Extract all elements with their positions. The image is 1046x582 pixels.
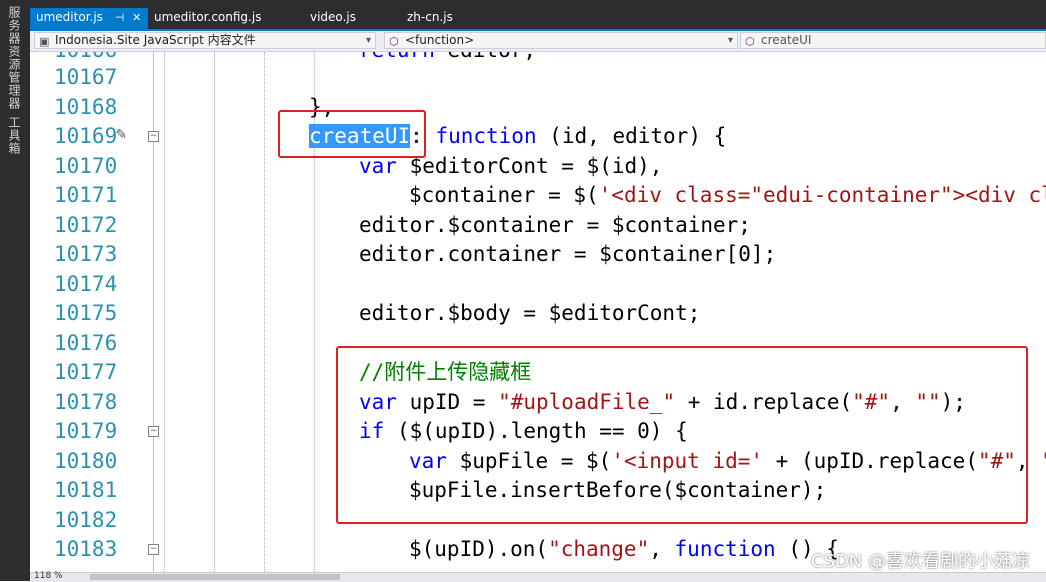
line-number: 10180 (54, 448, 118, 473)
tab-zh-cn-js[interactable]: zh-cn.js (401, 8, 459, 30)
line-number: 10178 (54, 389, 118, 414)
line-number: 10169 (54, 124, 118, 148)
left-tool-strip: 服务器资源管理器 工具箱 (0, 0, 30, 581)
tab-umeditor-config-js[interactable]: umeditor.config.js (148, 8, 267, 30)
highlight-box-upload-block (336, 346, 1028, 524)
line-number: 10175 (54, 301, 118, 325)
code-line: 10171 $container = $('<div class="edui-c… (30, 180, 1046, 210)
code-line: 10169 ✎ − createUI: function (id, editor… (30, 121, 1046, 151)
collapse-toggle[interactable]: − (148, 131, 159, 142)
code-text: editor.$container = $container; (359, 212, 751, 237)
tab-label: video.js (310, 10, 356, 24)
horizontal-scrollbar[interactable] (90, 574, 340, 580)
project-scope-value: Indonesia.Site JavaScript 内容文件 (55, 33, 256, 47)
file-icon: ▣ (39, 35, 50, 48)
zoom-level[interactable]: 118 % (34, 571, 63, 581)
pin-icon[interactable]: ⊣ (115, 11, 125, 24)
line-number: 10172 (54, 212, 118, 237)
code-line: 10167 (30, 62, 1046, 92)
collapse-toggle[interactable]: − (148, 426, 159, 437)
keyword-token: function (674, 537, 776, 561)
navigation-bar: ▣ Indonesia.Site JavaScript 内容文件 ▾ ⬡ <fu… (30, 31, 1046, 52)
server-explorer-tab[interactable]: 服务器资源管理器 (6, 6, 23, 110)
keyword-token: function (435, 124, 537, 148)
chevron-down-icon: ▾ (365, 35, 371, 46)
tab-label: zh-cn.js (407, 10, 453, 24)
string-token: "" (1041, 449, 1046, 473)
chevron-down-icon: ▾ (727, 35, 733, 46)
keyword-token: return (359, 52, 435, 62)
code-text: editor.$body = $editorCont; (359, 301, 701, 325)
code-line: 10168 }, (30, 92, 1046, 122)
member-dropdown[interactable]: ⬡ createUI (740, 32, 1046, 49)
code-line: 10173 editor.container = $container[0]; (30, 239, 1046, 269)
code-line: 10170 var $editorCont = $(id), (30, 151, 1046, 181)
line-number: 10174 (54, 271, 118, 296)
string-token: "change" (548, 537, 650, 561)
watermark: CSDN @喜欢看剧的小菇凉 (810, 551, 1030, 572)
line-number: 10179 (54, 419, 118, 443)
tab-umeditor-js[interactable]: umeditor.js ⊣ ✕ (30, 8, 148, 30)
close-icon[interactable]: ✕ (132, 11, 141, 24)
code-line: 10174 (30, 269, 1046, 299)
string-token: '<div class="edui-container"><div cla (598, 183, 1046, 207)
code-text: editor.container = $container[0]; (359, 242, 777, 266)
function-icon: ⬡ (389, 35, 399, 48)
tab-label: umeditor.js (36, 10, 103, 24)
code-editor[interactable]: 10166 return editor; 10167 10168 }, 1016… (30, 52, 1046, 572)
code-text: $container = $('<div class="edui-contain… (409, 182, 1046, 208)
code-line: 10172 editor.$container = $container; (30, 210, 1046, 240)
line-number: 10176 (54, 330, 118, 355)
line-number: 10177 (54, 360, 118, 384)
code-line: 10175 editor.$body = $editorCont; (30, 298, 1046, 328)
line-number: 10173 (54, 242, 118, 266)
code-text: $(upID).on("change", function () { (409, 537, 839, 561)
line-number: 10170 (54, 153, 118, 178)
highlight-box-createui (278, 110, 426, 158)
member-dropdown-value: createUI (761, 33, 812, 47)
line-number: 10183 (54, 537, 118, 561)
collapse-toggle[interactable]: − (148, 544, 159, 555)
line-number: 10167 (54, 65, 118, 89)
type-dropdown-value: <function> (405, 33, 475, 47)
project-scope-dropdown[interactable]: ▣ Indonesia.Site JavaScript 内容文件 ▾ (34, 32, 376, 49)
brush-icon: ✎ (116, 124, 127, 144)
method-icon: ⬡ (745, 35, 755, 48)
toolbox-tab[interactable]: 工具箱 (6, 116, 23, 155)
tab-label: umeditor.config.js (154, 10, 262, 24)
type-dropdown[interactable]: ⬡ <function> ▾ (384, 32, 738, 49)
document-tab-bar: umeditor.js ⊣ ✕ umeditor.config.js video… (30, 0, 1046, 30)
tab-video-js[interactable]: video.js (304, 8, 362, 30)
line-number: 10171 (54, 183, 118, 207)
line-number: 10182 (54, 507, 118, 532)
line-number: 10168 (54, 94, 118, 119)
line-number: 10181 (54, 478, 118, 502)
